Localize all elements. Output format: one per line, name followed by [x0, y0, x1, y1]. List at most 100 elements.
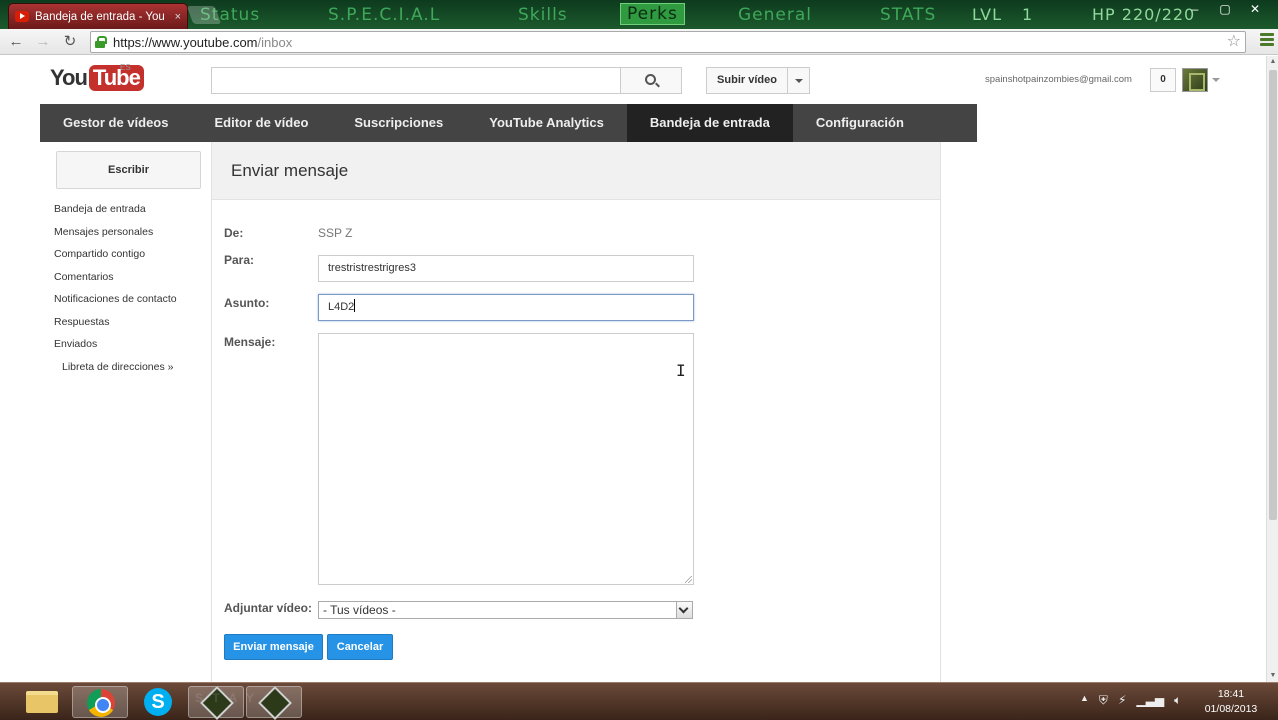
- folder-icon: [26, 691, 58, 713]
- page-scrollbar[interactable]: ▲ ▼: [1266, 56, 1278, 682]
- to-field[interactable]: trestristrestrigres3: [318, 255, 694, 282]
- restore-button[interactable]: ▢: [1210, 0, 1240, 20]
- to-field-value: trestristrestrigres3: [328, 262, 417, 274]
- forward-button[interactable]: →: [33, 32, 53, 52]
- scroll-up-icon[interactable]: ▲: [1267, 56, 1278, 68]
- subject-label: Asunto:: [224, 296, 270, 310]
- windows-taskbar: S S T A Y ▲ ⛨ ⚡ ▁▃▅ 🔈︎ 18:41 01/08/2013: [0, 682, 1278, 720]
- back-button[interactable]: ←: [6, 32, 26, 52]
- nav-tab-4[interactable]: Bandeja de entrada: [626, 104, 793, 142]
- browser-tab[interactable]: Bandeja de entrada - You ×: [8, 3, 188, 29]
- game-hud-overlay: Status S.P.E.C.I.A.L Skills Perks Genera…: [200, 0, 1200, 29]
- from-label: De:: [224, 226, 244, 240]
- youtube-favicon-icon: [15, 11, 29, 22]
- hud-general: General: [738, 5, 812, 25]
- hud-level-value: 1: [1022, 5, 1034, 24]
- attach-video-label: Adjuntar vídeo:: [224, 601, 313, 615]
- subject-field[interactable]: L4D2: [318, 294, 694, 321]
- attach-video-select[interactable]: - Tus vídeos -: [318, 601, 693, 619]
- search-button[interactable]: [620, 67, 682, 94]
- compose-header: Enviar mensaje: [212, 142, 940, 200]
- search-icon: [645, 74, 656, 85]
- signal-icon[interactable]: ▁▃▅: [1136, 693, 1164, 708]
- text-caret: [354, 299, 356, 312]
- skype-icon: S: [144, 688, 172, 716]
- nav-tab-0[interactable]: Gestor de vídeos: [40, 104, 191, 142]
- tab-title: Bandeja de entrada - You: [35, 10, 165, 23]
- lock-icon: [95, 36, 107, 48]
- url-host: https://www.youtube.com: [113, 34, 258, 50]
- sidebar-item[interactable]: Comentarios: [54, 270, 177, 293]
- web-page: You Tube ES Subir vídeo spainshotpainzom…: [0, 56, 1266, 682]
- hud-special: S.P.E.C.I.A.L: [328, 5, 441, 25]
- compose-panel: Enviar mensaje De: SSP Z Para: trestrist…: [211, 142, 941, 682]
- notification-count[interactable]: 0: [1150, 68, 1176, 92]
- clock[interactable]: 18:41 01/08/2013: [1196, 687, 1266, 717]
- tray-arrow-icon[interactable]: ▲: [1080, 693, 1089, 708]
- search-input[interactable]: [211, 67, 621, 94]
- browser-toolbar: ← → ↻ https://www.youtube.com /inbox ☆: [0, 29, 1278, 55]
- game-icon: [258, 686, 292, 720]
- reload-button[interactable]: ↻: [60, 32, 80, 52]
- user-email[interactable]: spainshotpainzombies@gmail.com: [985, 74, 1132, 85]
- message-textarea[interactable]: [318, 333, 694, 585]
- sidebar-item[interactable]: Notificaciones de contacto: [54, 292, 177, 315]
- taskbar-chrome[interactable]: [72, 686, 128, 718]
- clock-time: 18:41: [1217, 688, 1245, 700]
- sidebar-list: Bandeja de entrada Mensajes personales Com…: [54, 202, 177, 382]
- creator-navbar: Gestor de vídeos Editor de vídeo Suscripci…: [40, 104, 977, 142]
- sidebar-item-address-book[interactable]: Libreta de direcciones »: [54, 360, 177, 383]
- shield-icon[interactable]: ⛨: [1099, 693, 1108, 708]
- taskbar-explorer[interactable]: [14, 686, 70, 718]
- clock-date: 01/08/2013: [1204, 703, 1258, 715]
- sidebar-item[interactable]: Respuestas: [54, 315, 177, 338]
- country-code: ES: [120, 63, 131, 72]
- nav-tab-3[interactable]: YouTube Analytics: [466, 104, 627, 142]
- text-cursor-icon: I: [676, 361, 686, 380]
- subject-field-value: L4D2: [328, 301, 355, 313]
- send-message-button[interactable]: Enviar mensaje: [224, 634, 323, 660]
- cancel-button[interactable]: Cancelar: [327, 634, 393, 660]
- upload-button[interactable]: Subir vídeo: [706, 67, 788, 94]
- taskbar-skype[interactable]: S: [130, 686, 186, 718]
- logo-you: You: [50, 65, 88, 90]
- url-path: /inbox: [257, 34, 293, 50]
- select-arrow-icon[interactable]: [676, 602, 692, 618]
- volume-icon[interactable]: 🔈︎: [1174, 693, 1181, 708]
- youtube-logo[interactable]: You Tube ES: [50, 63, 144, 91]
- hud-skills: Skills: [518, 5, 568, 25]
- sidebar-item[interactable]: Enviados: [54, 337, 177, 360]
- address-bar[interactable]: https://www.youtube.com /inbox ☆: [90, 31, 1246, 53]
- avatar[interactable]: [1182, 68, 1208, 92]
- nav-tab-1[interactable]: Editor de vídeo: [191, 104, 331, 142]
- youtube-masthead: You Tube ES Subir vídeo spainshotpainzom…: [0, 56, 1266, 104]
- attach-video-selected: - Tus vídeos -: [323, 603, 396, 617]
- upload-dropdown-button[interactable]: [787, 67, 810, 94]
- nav-tab-5[interactable]: Configuración: [793, 104, 927, 142]
- taskbar-watermark: S T A Y: [195, 691, 257, 705]
- resize-handle-icon[interactable]: [685, 576, 692, 583]
- chrome-menu-icon[interactable]: [1260, 33, 1274, 49]
- chevron-down-icon[interactable]: [1212, 78, 1220, 82]
- nav-tab-2[interactable]: Suscripciones: [331, 104, 466, 142]
- compose-button[interactable]: Escribir: [56, 151, 201, 189]
- hud-stats: STATS: [880, 5, 937, 25]
- scroll-thumb[interactable]: [1269, 70, 1277, 520]
- power-icon[interactable]: ⚡: [1118, 693, 1126, 708]
- from-value: SSP Z: [318, 226, 353, 240]
- chrome-icon: [87, 689, 115, 717]
- minimize-button[interactable]: –: [1180, 0, 1210, 20]
- window-controls: – ▢ ✕: [1180, 0, 1270, 20]
- sidebar-item[interactable]: Mensajes personales: [54, 225, 177, 248]
- scroll-down-icon[interactable]: ▼: [1267, 670, 1278, 682]
- hud-perks: Perks: [620, 3, 685, 25]
- hud-level-label: LVL: [972, 5, 1003, 24]
- page-title: Enviar mensaje: [231, 161, 349, 180]
- message-label: Mensaje:: [224, 335, 276, 349]
- to-label: Para:: [224, 253, 255, 267]
- bookmark-star-icon[interactable]: ☆: [1227, 32, 1241, 52]
- close-window-button[interactable]: ✕: [1240, 0, 1270, 20]
- tab-close-icon[interactable]: ×: [175, 11, 181, 23]
- sidebar-item[interactable]: Compartido contigo: [54, 247, 177, 270]
- sidebar-item[interactable]: Bandeja de entrada: [54, 202, 177, 225]
